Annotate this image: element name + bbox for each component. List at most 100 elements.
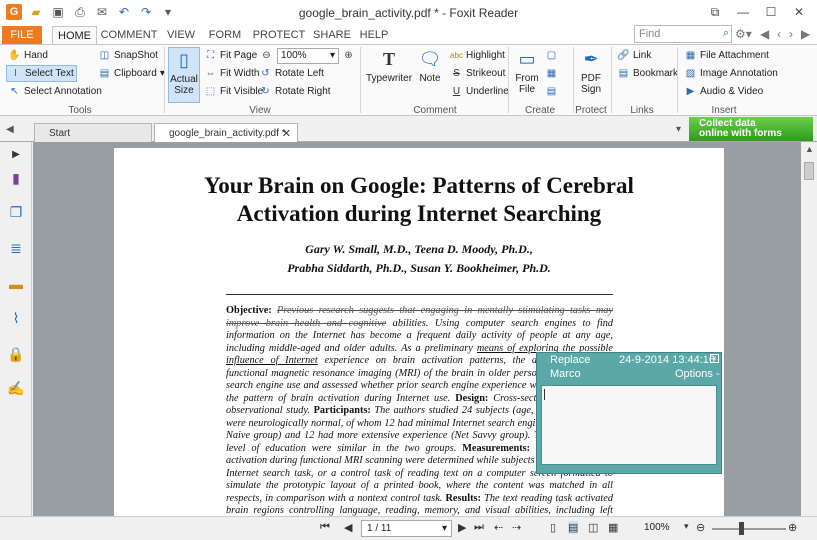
fit-visible-button[interactable]: ⬚ Fit Visible [204, 85, 263, 98]
next-page-icon[interactable]: ▶ [458, 521, 466, 534]
comment-popup[interactable]: Replace 24-9-2014 13:44:16 × Marco Optio… [536, 352, 722, 474]
bookmark-button[interactable]: ▤ Bookmark [617, 67, 678, 80]
find-input[interactable]: Find ⌕ [634, 25, 732, 43]
comments-panel-icon[interactable]: ▬ [8, 276, 24, 292]
actual-size-label: Actual Size [170, 74, 198, 96]
page-number: 1 / 11 [367, 523, 392, 534]
hand-button[interactable]: ✋ Hand [8, 49, 48, 62]
first-page-icon[interactable]: ⏮ [320, 521, 330, 534]
close-icon[interactable]: × [710, 354, 719, 363]
highlight-button[interactable]: abc Highlight [450, 49, 505, 62]
bookmark-label: Bookmark [633, 68, 679, 79]
hand-icon: ✋ [8, 50, 21, 61]
collect-data-ad[interactable]: Collect data online with forms [689, 117, 813, 141]
select-text-button[interactable]: I Select Text [6, 65, 77, 82]
tab-list-icon[interactable]: ▾ [676, 124, 681, 135]
tab-file[interactable]: FILE [2, 26, 42, 44]
tab-document[interactable]: google_brain_activity.pdf * ✕ [154, 123, 298, 142]
link-button[interactable]: 🔗 Link [617, 49, 651, 62]
scroll-up-icon[interactable]: ▲ [805, 144, 814, 154]
note-button[interactable]: 🗨 Note [416, 47, 444, 85]
tab-view[interactable]: VIEW [162, 26, 200, 44]
prev-result-icon[interactable]: ◀ [760, 27, 769, 41]
single-page-icon[interactable]: ▯ [550, 521, 556, 534]
file-attachment-button[interactable]: ▦ File Attachment [684, 49, 769, 62]
comment-text-area[interactable] [541, 385, 717, 465]
zoom-level[interactable]: 100% [644, 522, 670, 533]
strikeout-button[interactable]: S Strikeout [450, 67, 505, 80]
prev-icon[interactable]: ‹ [777, 27, 781, 41]
typewriter-button[interactable]: T Typewriter [366, 47, 412, 85]
comment-timestamp: 24-9-2014 13:44:16 [619, 354, 716, 366]
restore-icon[interactable]: ⧉ [701, 2, 729, 22]
fit-width-button[interactable]: ⇔ Fit Width [204, 67, 260, 80]
layers-panel-icon[interactable]: ≣ [8, 240, 24, 256]
bookmark-panel-icon[interactable]: ▮ [8, 170, 24, 186]
security-panel-icon[interactable]: 🔒 [7, 346, 24, 362]
snapshot-label: SnapShot [114, 50, 158, 61]
navigation-panel: ▶ ▮ ❐ ≣ ▬ ⌇ 🔒 ✍ [0, 142, 32, 516]
tab-start[interactable]: Start [34, 123, 152, 142]
tab-comment[interactable]: COMMENT [101, 26, 158, 44]
previous-page-icon[interactable]: ◀ [344, 521, 352, 534]
create-scan-icon[interactable]: ▦ [545, 67, 558, 80]
chevron-down-icon[interactable]: ▾ [684, 521, 689, 532]
continuous-page-icon[interactable]: ▤ [568, 521, 579, 534]
next-icon[interactable]: › [789, 27, 793, 41]
last-page-icon[interactable]: ⏭ [474, 521, 484, 534]
continuous-facing-icon[interactable]: ▦ [608, 521, 618, 534]
tab-protect[interactable]: PROTECT [250, 26, 308, 44]
tab-help[interactable]: HELP [358, 26, 390, 44]
previous-view-icon[interactable]: ⇠ [494, 521, 503, 534]
pdf-sign-button[interactable]: ✒ PDF Sign [576, 47, 606, 96]
fit-page-button[interactable]: ⛶ Fit Page [204, 49, 257, 62]
close-icon[interactable]: ✕ [785, 2, 813, 22]
tab-home[interactable]: HOME [52, 26, 97, 45]
comment-options[interactable]: Options - [675, 368, 720, 380]
divider [164, 47, 165, 113]
tab-share[interactable]: SHARE [312, 26, 352, 44]
expand-panel-icon[interactable]: ▶ [8, 146, 24, 162]
image-annotation-button[interactable]: ▧ Image Annotation [684, 67, 778, 80]
pages-panel-icon[interactable]: ❐ [8, 204, 24, 220]
cursor-icon: ↖ [10, 86, 19, 97]
snapshot-button[interactable]: ◫ SnapShot [98, 49, 158, 62]
zoom-out-icon[interactable]: ⊖ [696, 521, 705, 534]
zoom-in-icon[interactable]: ⊕ [342, 49, 355, 62]
rotate-right-button[interactable]: ↻ Rotate Right [259, 85, 330, 98]
next-view-icon[interactable]: ⇢ [512, 521, 521, 534]
create-blank-icon[interactable]: ▢ [545, 49, 558, 62]
create-clipboard-icon[interactable]: ▤ [545, 85, 558, 98]
maximize-icon[interactable]: ☐ [757, 2, 785, 22]
from-file-button[interactable]: ▭ From File [512, 47, 542, 96]
clipboard-button[interactable]: ▤ Clipboard ▾ [98, 67, 165, 80]
audio-video-button[interactable]: ▶ Audio & Video [684, 85, 764, 98]
attachments-panel-icon[interactable]: ⌇ [8, 310, 24, 326]
actual-size-button[interactable]: ▯ Actual Size [168, 47, 200, 103]
zoom-select[interactable]: 100% ▾ [277, 48, 339, 64]
zoom-slider-knob[interactable] [739, 522, 744, 535]
divider [611, 47, 612, 113]
underline-button[interactable]: U Underline [450, 85, 509, 98]
close-tab-icon[interactable]: ✕ [282, 127, 291, 140]
vertical-scrollbar[interactable]: ▲ [801, 142, 817, 516]
signatures-panel-icon[interactable]: ✍ [7, 380, 24, 396]
tab-scroll-left-icon[interactable]: ◀ [6, 124, 14, 135]
zoom-slider[interactable] [712, 528, 786, 530]
zoom-out-icon[interactable]: ⊖ [260, 49, 273, 62]
clipboard-label: Clipboard [114, 68, 157, 79]
gear-icon[interactable]: ⚙▾ [735, 27, 752, 41]
next-result-icon[interactable]: ▶ [801, 27, 810, 41]
rotate-left-button[interactable]: ↺ Rotate Left [259, 67, 324, 80]
divider [508, 47, 509, 113]
zoom-in-icon[interactable]: ⊕ [788, 521, 797, 534]
image-annotation-label: Image Annotation [700, 68, 778, 79]
select-annotation-button[interactable]: ↖ Select Annotation [8, 85, 102, 98]
tab-form[interactable]: FORM [206, 26, 244, 44]
minimize-icon[interactable]: — [729, 2, 757, 22]
scrollbar-thumb[interactable] [804, 162, 814, 180]
facing-page-icon[interactable]: ◫ [588, 521, 598, 534]
search-icon[interactable]: ⌕ [723, 27, 729, 40]
page-number-input[interactable]: 1 / 11 ▾ [361, 520, 452, 537]
from-file-label: From File [515, 73, 539, 95]
